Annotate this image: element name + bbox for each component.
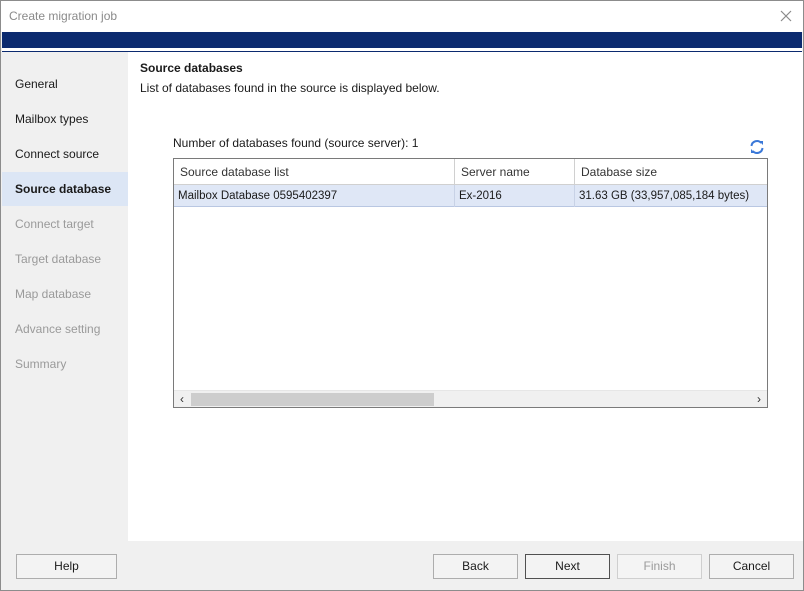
step-source-database[interactable]: Source database xyxy=(2,172,128,206)
main-panel: Source databases List of databases found… xyxy=(128,52,803,541)
table-row[interactable]: Mailbox Database 0595402397 Ex-2016 31.6… xyxy=(174,185,767,207)
step-map-database: Map database xyxy=(15,287,92,301)
scroll-left-icon[interactable]: ‹ xyxy=(174,391,190,408)
source-database-table[interactable]: Source database list Server name Databas… xyxy=(173,158,768,408)
header-banner xyxy=(2,32,802,52)
button-bar: Help Back Next Finish Cancel xyxy=(2,541,802,590)
close-icon[interactable] xyxy=(775,5,797,27)
step-general[interactable]: General xyxy=(2,67,128,101)
next-button[interactable]: Next xyxy=(525,554,610,579)
back-button[interactable]: Back xyxy=(433,554,518,579)
title-bar: Create migration job xyxy=(1,1,803,32)
page-description: List of databases found in the source is… xyxy=(140,81,440,95)
column-header-source-database[interactable]: Source database list xyxy=(174,159,455,185)
finish-button: Finish xyxy=(617,554,702,579)
scroll-right-icon[interactable]: › xyxy=(751,391,767,408)
step-connect-source[interactable]: Connect source xyxy=(2,137,128,171)
scroll-thumb[interactable] xyxy=(191,393,434,406)
step-target-database: Target database xyxy=(15,252,102,266)
help-button[interactable]: Help xyxy=(16,554,117,579)
column-header-database-size[interactable]: Database size xyxy=(575,159,767,185)
horizontal-scrollbar[interactable]: ‹ › xyxy=(174,390,767,407)
cell-source-database: Mailbox Database 0595402397 xyxy=(174,185,455,207)
table-header: Source database list Server name Databas… xyxy=(174,159,767,185)
refresh-icon[interactable] xyxy=(748,138,766,156)
wizard-steps: General Mailbox types Connect source Sou… xyxy=(2,52,128,541)
migration-dialog: Create migration job General Mailbox typ… xyxy=(0,0,804,591)
page-title: Source databases xyxy=(140,61,243,75)
step-advance-setting: Advance setting xyxy=(15,322,101,336)
cancel-button[interactable]: Cancel xyxy=(709,554,794,579)
window-title: Create migration job xyxy=(9,9,118,23)
cell-server-name: Ex-2016 xyxy=(455,185,575,207)
column-header-server-name[interactable]: Server name xyxy=(455,159,575,185)
step-summary: Summary xyxy=(15,357,67,371)
step-mailbox-types[interactable]: Mailbox types xyxy=(2,102,128,136)
banner-divider xyxy=(2,48,802,51)
database-count-label: Number of databases found (source server… xyxy=(173,136,419,150)
cell-database-size: 31.63 GB (33,957,085,184 bytes) xyxy=(579,190,750,202)
step-connect-target: Connect target xyxy=(15,217,94,231)
